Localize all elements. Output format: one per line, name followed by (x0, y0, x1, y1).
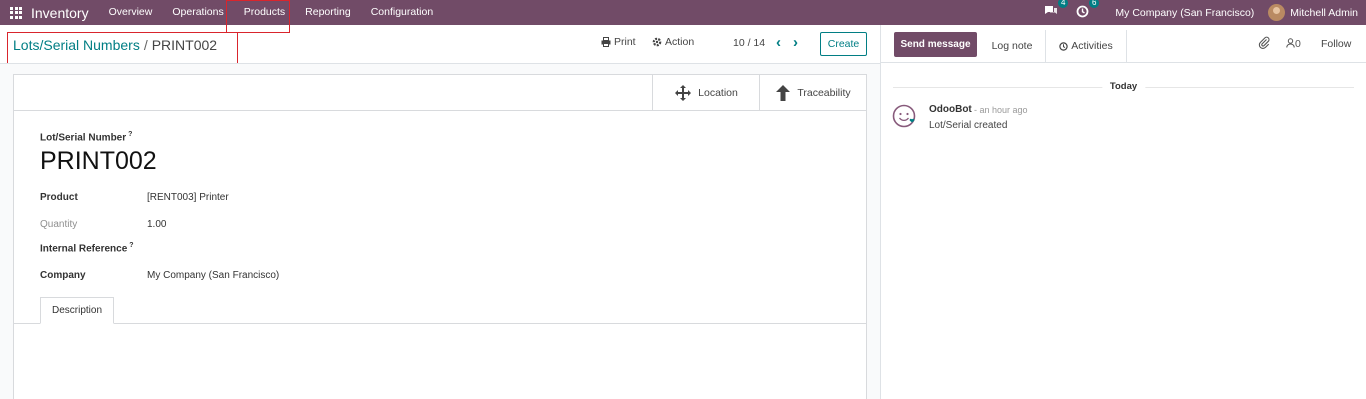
smart-button-box: Location Traceability (652, 75, 866, 110)
paperclip-icon[interactable] (1258, 36, 1270, 52)
quantity-label: Quantity (40, 219, 78, 230)
menu-reporting[interactable]: Reporting (295, 0, 361, 25)
company-value[interactable]: My Company (San Francisco) (147, 270, 279, 281)
log-note-button[interactable]: Log note (980, 30, 1044, 62)
quantity-value: 1.00 (147, 219, 167, 230)
arrows-move-icon (675, 84, 692, 101)
print-label: Print (614, 36, 636, 48)
lot-name[interactable]: PRINT002 (40, 147, 157, 176)
printer-icon (601, 37, 611, 47)
gear-icon (652, 37, 662, 47)
pager-value[interactable]: 10 / 14 (733, 37, 765, 49)
odoobot-avatar[interactable] (892, 104, 916, 128)
internal-reference-help-mark[interactable]: ? (129, 242, 133, 249)
company-label: Company (40, 270, 86, 281)
messages-badge: 4 (1057, 0, 1069, 8)
breadcrumb-lots[interactable]: Lots/Serial Numbers (13, 37, 140, 53)
location-label: Location (698, 86, 738, 99)
action-label: Action (665, 36, 695, 48)
pager-previous-icon[interactable]: ‹ (776, 34, 781, 51)
location-button[interactable]: Location (652, 75, 759, 110)
messages-icon[interactable]: 4 (1044, 0, 1069, 20)
print-button[interactable]: Print (601, 36, 636, 48)
breadcrumb-separator: / (143, 37, 148, 53)
lot-help-mark[interactable]: ? (128, 131, 132, 138)
message-time: - an hour ago (974, 105, 1028, 115)
apps-menu-icon[interactable] (10, 6, 22, 19)
arrow-up-icon (776, 84, 791, 101)
action-button[interactable]: Action (652, 36, 694, 48)
product-label: Product (40, 192, 78, 203)
top-navbar: Inventory Overview Operations Products R… (0, 0, 1366, 25)
activities-label: Activities (1071, 40, 1113, 52)
message-body: Lot/Serial created (929, 120, 1008, 131)
send-message-button[interactable]: Send message (894, 32, 977, 57)
products-menu-highlight (226, 0, 290, 33)
user-avatar[interactable] (1268, 4, 1286, 21)
activities-badge: 6 (1088, 0, 1100, 8)
activities-button[interactable]: Activities (1045, 30, 1127, 62)
clock-icon (1059, 41, 1068, 51)
traceability-button[interactable]: Traceability (759, 75, 866, 110)
breadcrumb: Lots/Serial Numbers / PRINT002 (13, 37, 217, 53)
message-author[interactable]: OdooBot (929, 104, 972, 115)
menu-configuration[interactable]: Configuration (361, 0, 443, 25)
tab-description[interactable]: Description (40, 297, 114, 324)
control-panel-divider (0, 63, 880, 64)
create-button[interactable]: Create (820, 32, 867, 56)
form-sheet: Location Traceability Lot/Serial Number?… (13, 74, 867, 399)
activities-icon[interactable]: 6 (1076, 0, 1100, 21)
app-name[interactable]: Inventory (31, 5, 89, 21)
pager-next-icon[interactable]: › (793, 34, 798, 51)
user-menu[interactable]: Mitchell Admin (1290, 7, 1358, 19)
tabs-divider (14, 323, 866, 324)
follow-button[interactable]: Follow (1321, 38, 1351, 50)
date-separator-label: Today (1101, 81, 1146, 92)
product-value[interactable]: [RENT003] Printer (147, 192, 229, 203)
lot-label: Lot/Serial Number? (40, 131, 133, 144)
internal-reference-label: Internal Reference? (40, 242, 134, 255)
user-icon (1286, 38, 1295, 48)
followers-button[interactable]: 0 (1286, 38, 1301, 50)
breadcrumb-current: PRINT002 (151, 37, 218, 53)
company-switcher[interactable]: My Company (San Francisco) (1115, 7, 1254, 19)
menu-operations[interactable]: Operations (162, 0, 233, 25)
sheet-header-divider (14, 110, 866, 111)
traceability-label: Traceability (797, 86, 851, 99)
date-separator: Today (881, 81, 1366, 93)
chatter-topbar-divider (881, 62, 1366, 63)
followers-count: 0 (1295, 38, 1301, 50)
menu-overview[interactable]: Overview (99, 0, 163, 25)
